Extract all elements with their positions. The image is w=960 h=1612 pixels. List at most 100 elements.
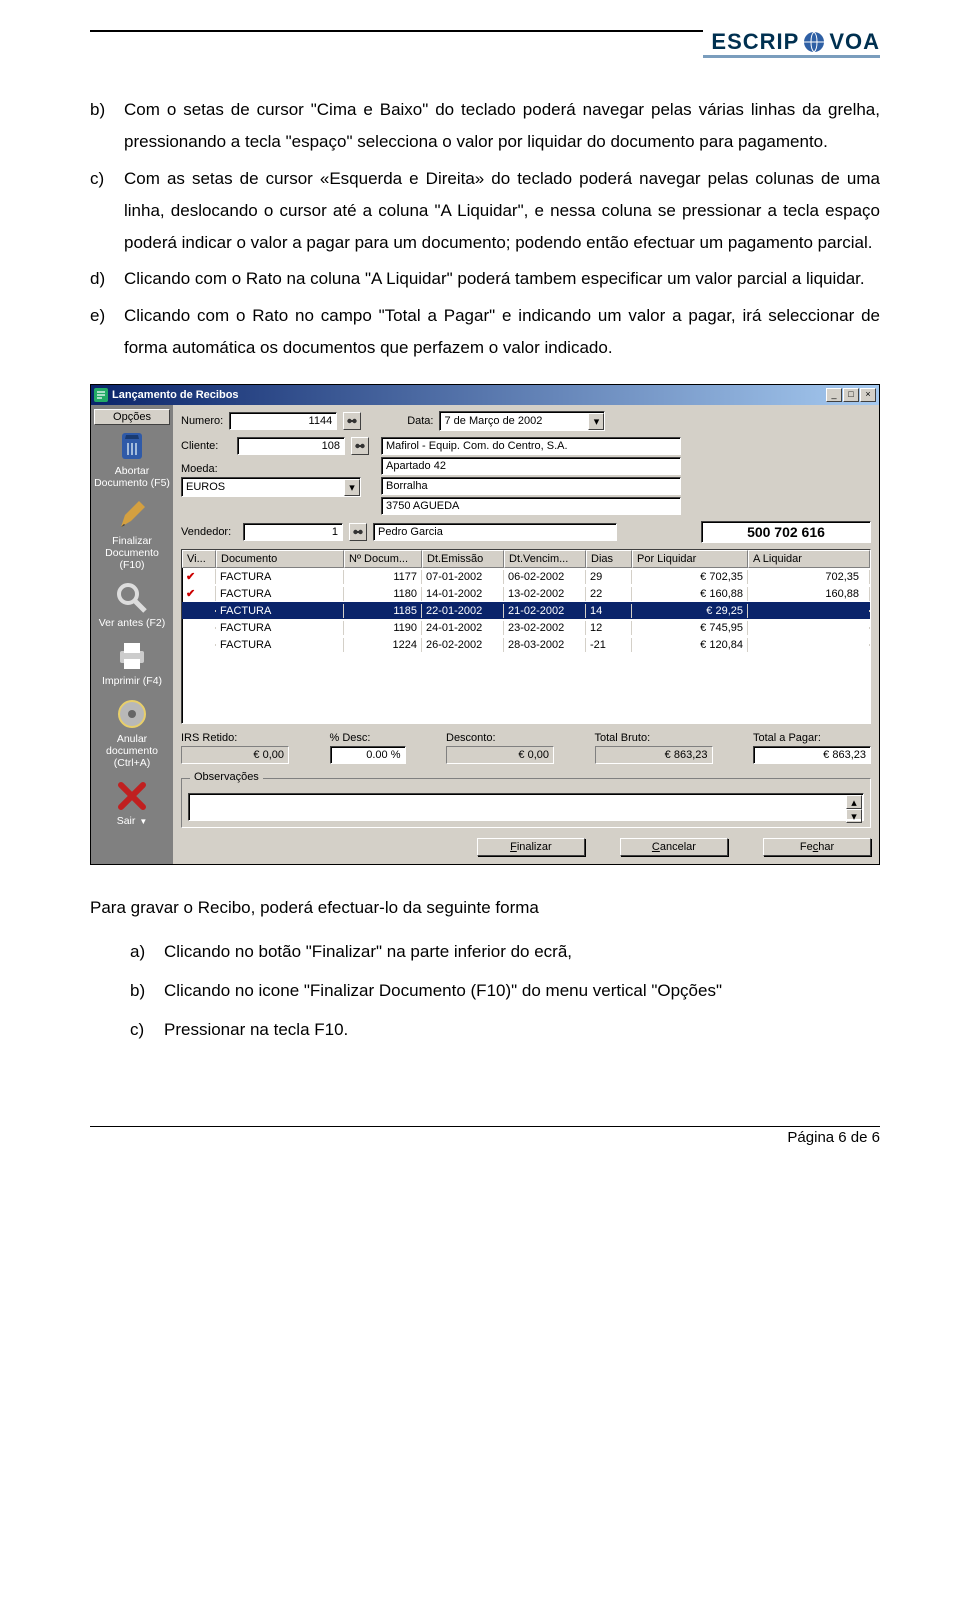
sidebar-item-finalize[interactable]: Finalizar Documento (F10): [94, 499, 170, 571]
after-intro: Para gravar o Recibo, poderá efectuar-lo…: [90, 891, 880, 924]
after-c: Pressionar na tecla F10.: [164, 1013, 880, 1046]
disc-icon: [115, 697, 149, 731]
col-num[interactable]: Nº Docum...: [344, 550, 422, 568]
search-icon[interactable]: [343, 412, 361, 430]
table-row[interactable]: ✔FACTURA117707-01-200206-02-200229€ 702,…: [182, 568, 870, 585]
table-row[interactable]: ✔FACTURA118014-01-200213-02-200222€ 160,…: [182, 585, 870, 602]
cliente-nome[interactable]: [381, 437, 681, 455]
sidebar-label: Imprimir (F4): [94, 675, 170, 687]
text-d: Clicando com o Rato na coluna "A Liquida…: [124, 263, 880, 295]
pdesc-label: % Desc:: [330, 732, 406, 744]
pagar-value[interactable]: [753, 746, 871, 764]
addr2[interactable]: [381, 477, 681, 495]
obs-group: Observações ▴ ▾: [181, 778, 871, 828]
nif-display: [701, 521, 871, 543]
desc-value: [446, 746, 554, 764]
finalizar-button[interactable]: Finalizar: [477, 838, 585, 856]
after-b: Clicando no icone "Finalizar Documento (…: [164, 974, 880, 1007]
cliente-label: Cliente:: [181, 440, 231, 452]
close-button[interactable]: ×: [860, 388, 876, 402]
sidebar: Opções Abortar Documento (F5) Finalizar …: [91, 405, 173, 864]
exit-icon: [115, 779, 149, 813]
date-value: 7 de Março de 2002: [444, 415, 586, 427]
sidebar-item-abort[interactable]: Abortar Documento (F5): [94, 429, 170, 489]
marker-b: b): [90, 94, 124, 159]
col-dia[interactable]: Dias: [586, 550, 632, 568]
moeda-label: Moeda:: [181, 463, 369, 475]
logo-text-1: ESCRIP: [711, 29, 799, 55]
pdesc-value[interactable]: [330, 746, 406, 764]
page-footer: Página 6 de 6: [90, 1126, 880, 1146]
addr1[interactable]: [381, 457, 681, 475]
titlebar[interactable]: Lançamento de Recibos _ □ ×: [91, 385, 879, 405]
date-dropdown[interactable]: 7 de Março de 2002 ▾: [439, 411, 605, 431]
col-liq[interactable]: A Liquidar: [748, 550, 870, 568]
text-b: Com o setas de cursor "Cima e Baixo" do …: [124, 94, 880, 159]
window-title: Lançamento de Recibos: [112, 389, 826, 401]
table-row[interactable]: FACTURA118522-01-200221-02-200214€ 29,25: [182, 602, 870, 619]
table-row[interactable]: FACTURA122426-02-200228-03-2002-21€ 120,…: [182, 636, 870, 653]
table-row[interactable]: FACTURA119024-01-200223-02-200212€ 745,9…: [182, 619, 870, 636]
maximize-button[interactable]: □: [843, 388, 859, 402]
fechar-button[interactable]: Fechar: [763, 838, 871, 856]
after-text: Para gravar o Recibo, poderá efectuar-lo…: [90, 891, 880, 1046]
obs-textarea[interactable]: ▴ ▾: [188, 793, 864, 821]
logo: ESCRIP VOA: [703, 29, 880, 58]
chevron-down-icon[interactable]: ▾: [588, 413, 604, 430]
sidebar-label: Ver antes (F2): [94, 617, 170, 629]
sidebar-label: Anular documento (Ctrl+A): [94, 733, 170, 769]
vendedor-label: Vendedor:: [181, 526, 237, 538]
app-icon: [94, 388, 108, 402]
cliente-input[interactable]: [237, 437, 345, 455]
col-vi[interactable]: Vi...: [182, 550, 216, 568]
main-panel: Numero: Data: 7 de Março de 2002 ▾ Clien…: [173, 405, 879, 864]
col-ven[interactable]: Dt.Vencim...: [504, 550, 586, 568]
pagar-label: Total a Pagar:: [753, 732, 871, 744]
text-e: Clicando com o Rato no campo "Total a Pa…: [124, 300, 880, 365]
printer-icon: [115, 639, 149, 673]
search-icon[interactable]: [351, 437, 369, 455]
moeda-value: EUROS: [186, 481, 342, 493]
cancelar-button[interactable]: Cancelar: [620, 838, 728, 856]
instruction-list: b)Com o setas de cursor "Cima e Baixo" d…: [90, 94, 880, 364]
sidebar-label: Finalizar Documento (F10): [94, 535, 170, 571]
sidebar-item-print[interactable]: Imprimir (F4): [94, 639, 170, 687]
magnifier-icon: [115, 581, 149, 615]
totals-row: IRS Retido: % Desc: Desconto: Total Brut…: [181, 732, 871, 764]
data-label: Data:: [407, 415, 433, 427]
moeda-dropdown[interactable]: EUROS ▾: [181, 477, 361, 497]
sidebar-tab-opcoes[interactable]: Opções: [94, 409, 170, 425]
vendedor-input[interactable]: [243, 523, 343, 541]
recibos-window: Lançamento de Recibos _ □ × Opções Abort…: [90, 384, 880, 865]
sidebar-label: Abortar Documento (F5): [94, 465, 170, 489]
col-por[interactable]: Por Liquidar: [632, 550, 748, 568]
marker-e: e): [90, 300, 124, 365]
sidebar-item-exit[interactable]: Sair ▼: [94, 779, 170, 827]
logo-text-2: VOA: [829, 29, 880, 55]
pencil-icon: [115, 499, 149, 533]
chevron-down-icon[interactable]: ▾: [344, 479, 360, 496]
chevron-down-icon: ▼: [139, 817, 147, 826]
sidebar-label: Sair: [117, 815, 136, 827]
scroll-down-icon[interactable]: ▾: [846, 809, 862, 823]
minimize-button[interactable]: _: [826, 388, 842, 402]
grid-empty-area[interactable]: [182, 653, 870, 723]
numero-label: Numero:: [181, 415, 223, 427]
desc-label: Desconto:: [446, 732, 554, 744]
col-doc[interactable]: Documento: [216, 550, 344, 568]
marker-c: c): [90, 163, 124, 260]
col-emi[interactable]: Dt.Emissão: [422, 550, 504, 568]
search-icon[interactable]: [349, 523, 367, 541]
scrollbar[interactable]: ▴ ▾: [846, 795, 862, 819]
bruto-label: Total Bruto:: [595, 732, 713, 744]
sidebar-item-cancel[interactable]: Anular documento (Ctrl+A): [94, 697, 170, 769]
marker-c2: c): [130, 1013, 164, 1046]
numero-input[interactable]: [229, 412, 337, 430]
addr3[interactable]: [381, 497, 681, 515]
scroll-up-icon[interactable]: ▴: [846, 795, 862, 809]
vendedor-nome[interactable]: [373, 523, 617, 541]
sidebar-item-preview[interactable]: Ver antes (F2): [94, 581, 170, 629]
documents-grid[interactable]: Vi... Documento Nº Docum... Dt.Emissão D…: [181, 549, 871, 724]
after-a: Clicando no botão "Finalizar" na parte i…: [164, 935, 880, 968]
globe-icon: [801, 29, 827, 55]
